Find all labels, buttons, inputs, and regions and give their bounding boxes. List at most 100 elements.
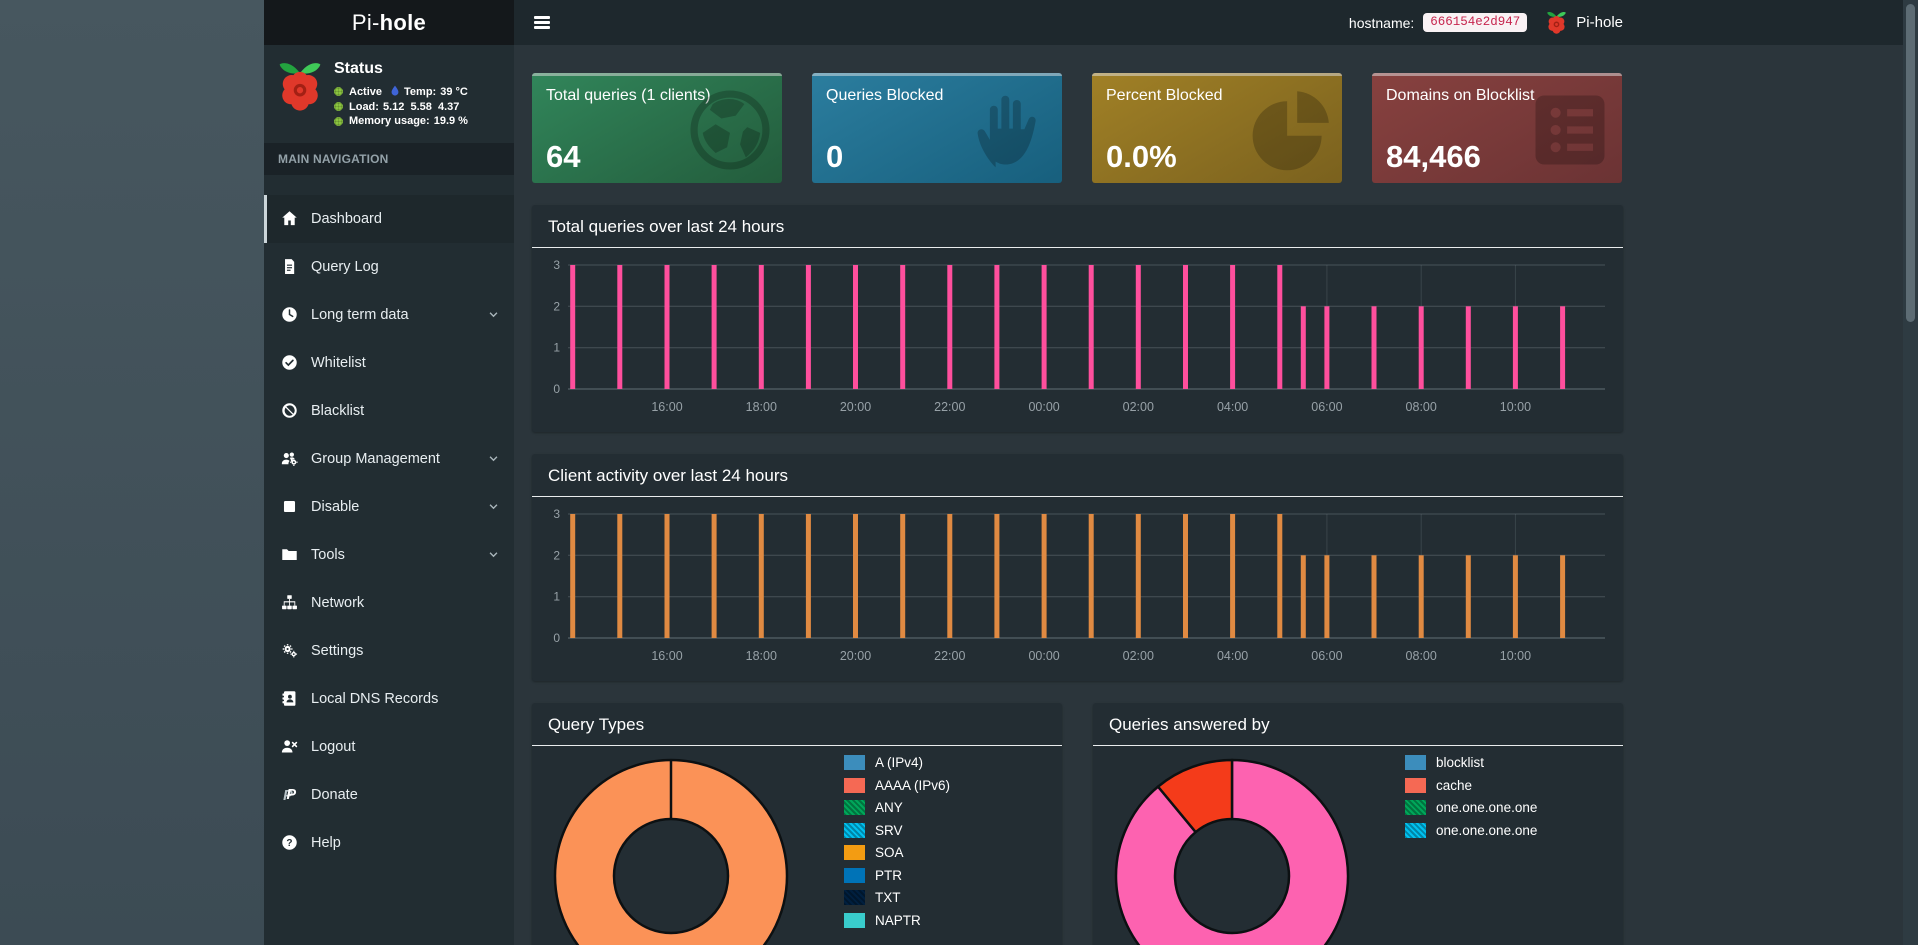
top-navbar: hostname: 666154e2d947 Pi-hole <box>514 0 1918 45</box>
temp-label: Temp: <box>404 85 437 98</box>
sidebar-item-label: Blacklist <box>311 402 365 419</box>
svg-text:0: 0 <box>553 382 560 396</box>
address-book-icon <box>280 690 298 707</box>
card-queries-blocked[interactable]: Queries Blocked 0 <box>812 73 1062 183</box>
card-value: 84,466 <box>1386 139 1481 174</box>
sidebar-item-help[interactable]: ? Help <box>264 819 514 867</box>
panel-title: Client activity over last 24 hours <box>548 466 788 485</box>
load-label: Load: <box>349 100 379 113</box>
sidebar-section-label: MAIN NAVIGATION <box>264 142 514 175</box>
panel-title: Total queries over last 24 hours <box>548 217 785 236</box>
bar-chart-clients_over_24h[interactable]: 16:00 18:00 20:00 22:00 00:00 02:00 04:00 06:00… <box>542 504 1613 672</box>
svg-text:00:00: 00:00 <box>1028 400 1059 414</box>
legend-swatch <box>1405 777 1426 793</box>
legend-swatch <box>844 845 865 860</box>
status-active-label: Active <box>349 85 383 98</box>
sidebar-item-long-term-data[interactable]: Long term data <box>264 291 514 339</box>
ban-icon <box>280 402 298 419</box>
svg-text:3: 3 <box>553 258 560 272</box>
user-times-icon <box>280 738 298 755</box>
sidebar-item-donate[interactable]: P P Donate <box>264 771 514 819</box>
legend-item-txt[interactable]: TXT <box>844 890 950 905</box>
stop-icon <box>280 498 298 515</box>
page-scrollbar[interactable] <box>1903 0 1918 945</box>
app-logo[interactable]: Pi-hole <box>264 0 514 45</box>
svg-text:16:00: 16:00 <box>651 649 682 663</box>
status-load-row: Load: 5.12 5.58 4.37 <box>334 101 468 113</box>
home-icon <box>280 210 298 227</box>
doughnut-chart-query_types[interactable] <box>552 757 790 945</box>
status-heading: Status <box>334 60 383 77</box>
legend-item-cache[interactable]: cache <box>1405 777 1537 793</box>
svg-text:2: 2 <box>553 548 560 562</box>
main-content: Total queries (1 clients) 64 Queries Block… <box>514 45 1918 945</box>
sidebar-toggle-button[interactable] <box>528 7 556 37</box>
legend-swatch <box>844 800 865 815</box>
panel-queries-answered-by: Queries answered by blocklist cache one.on… <box>1093 703 1623 945</box>
gears-icon <box>280 642 298 659</box>
folder-icon <box>280 546 298 563</box>
sidebar-nav: Dashboard Query Log Long term data Whitelis… <box>264 175 514 867</box>
query-types-legend: A (IPv4) AAAA (IPv6) ANY SRV SOA PTR TXT NAPTR <box>844 755 950 935</box>
legend-label: one.one.one.one <box>1436 822 1538 838</box>
temp-value: 39 °C <box>440 85 468 98</box>
legend-label: PTR <box>875 867 902 883</box>
legend-label: TXT <box>875 890 901 905</box>
legend-item-aaaa-ipv6[interactable]: AAAA (IPv6) <box>844 777 950 793</box>
memory-value: 19.9 % <box>433 115 468 127</box>
sidebar-item-group-management[interactable]: Group Management <box>264 435 514 483</box>
sidebar-item-tools[interactable]: Tools <box>264 531 514 579</box>
sidebar-item-label: Network <box>311 594 365 611</box>
brand-name: Pi-hole <box>1576 14 1623 31</box>
sidebar-item-network[interactable]: Network <box>264 579 514 627</box>
panel-client-activity: Client activity over last 24 hours 16:00… <box>532 454 1623 681</box>
sidebar-item-label: Whitelist <box>311 354 366 371</box>
raspberry-logo-icon <box>277 58 323 130</box>
legend-item-soa[interactable]: SOA <box>844 845 950 860</box>
status-ok-icon <box>334 116 343 126</box>
load-value: 5.12 5.58 4.37 <box>382 100 460 113</box>
scrollbar-thumb[interactable] <box>1906 4 1915 322</box>
list-icon <box>1535 95 1605 165</box>
chevron-down-icon <box>488 453 499 464</box>
legend-label: cache <box>1436 777 1473 793</box>
sidebar-item-blacklist[interactable]: Blacklist <box>264 387 514 435</box>
legend-item-a-ipv4[interactable]: A (IPv4) <box>844 755 950 770</box>
sidebar-item-disable[interactable]: Disable <box>264 483 514 531</box>
svg-text:00:00: 00:00 <box>1028 649 1059 663</box>
sidebar-item-dashboard[interactable]: Dashboard <box>264 194 514 243</box>
legend-swatch <box>1405 755 1426 770</box>
sidebar-item-local-dns-records[interactable]: Local DNS Records <box>264 675 514 723</box>
check-circle-icon <box>280 354 298 371</box>
sidebar-item-label: Logout <box>311 738 356 755</box>
file-icon <box>280 258 298 275</box>
card-percent-blocked[interactable]: Percent Blocked 0.0% <box>1092 73 1342 183</box>
legend-item-blocklist[interactable]: blocklist <box>1405 755 1537 770</box>
clock-icon <box>280 306 298 323</box>
sidebar-item-logout[interactable]: Logout <box>264 723 514 771</box>
sidebar-item-whitelist[interactable]: Whitelist <box>264 339 514 387</box>
legend-item-naptr[interactable]: NAPTR <box>844 912 950 928</box>
legend-item-one-one-one-one[interactable]: one.one.one.one <box>1405 800 1537 815</box>
hostname-label: hostname: <box>1348 14 1415 31</box>
svg-text:04:00: 04:00 <box>1217 649 1248 663</box>
legend-label: A (IPv4) <box>875 755 924 770</box>
legend-item-srv[interactable]: SRV <box>844 822 950 838</box>
svg-text:02:00: 02:00 <box>1123 649 1154 663</box>
sidebar-item-query-log[interactable]: Query Log <box>264 243 514 291</box>
legend-item-any[interactable]: ANY <box>844 800 950 815</box>
doughnut-chart-queries_answered_by[interactable] <box>1113 757 1351 945</box>
svg-text:18:00: 18:00 <box>746 649 777 663</box>
svg-text:08:00: 08:00 <box>1406 400 1437 414</box>
summary-cards-row: Total queries (1 clients) 64 Queries Block… <box>532 73 1623 183</box>
svg-text:04:00: 04:00 <box>1217 400 1248 414</box>
legend-item-ptr[interactable]: PTR <box>844 867 950 883</box>
sidebar-item-settings[interactable]: Settings <box>264 627 514 675</box>
card-value: 0 <box>826 139 844 174</box>
card-domains-on-blocklist[interactable]: Domains on Blocklist 84,466 <box>1372 73 1622 183</box>
hostname-badge: 666154e2d947 <box>1423 13 1528 32</box>
card-total-queries-1-clients[interactable]: Total queries (1 clients) 64 <box>532 73 782 183</box>
bar-chart-queries_over_24h[interactable]: 16:00 18:00 20:00 22:00 00:00 02:00 04:00 06:00… <box>542 255 1613 423</box>
legend-item-one-one-one-one[interactable]: one.one.one.one <box>1405 822 1538 838</box>
sidebar-item-label: Query Log <box>311 258 379 275</box>
